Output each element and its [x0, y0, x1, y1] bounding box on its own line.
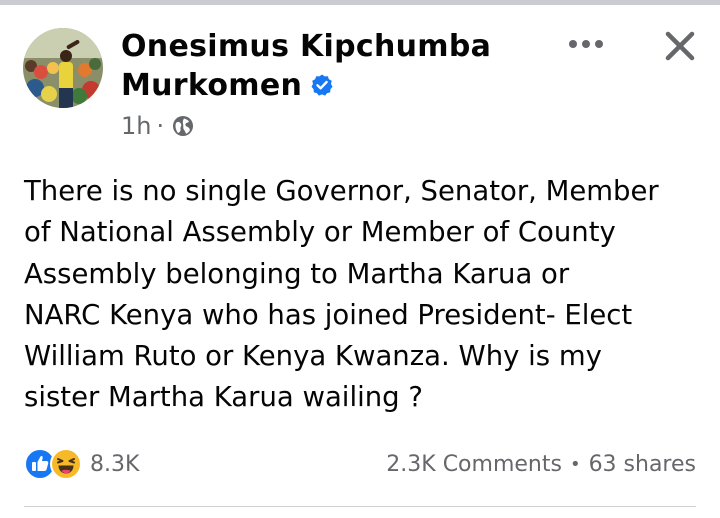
reactions-count: 8.3K — [90, 451, 140, 477]
author-name-line1: Onesimus Kipchumba — [121, 29, 492, 64]
close-button[interactable] — [656, 24, 704, 68]
author-name[interactable]: Onesimus Kipchumba Murkomen — [121, 27, 492, 105]
facebook-post: Onesimus Kipchumba Murkomen 1h · There i… — [0, 0, 720, 518]
author-name-line2: Murkomen — [121, 66, 481, 105]
reactions-summary[interactable]: 8.3K — [24, 446, 139, 482]
more-options-icon — [569, 40, 603, 48]
post-body-text: There is no single Governor, Senator, Me… — [24, 175, 659, 414]
close-icon — [665, 31, 695, 61]
shares-link[interactable]: 63 shares — [589, 452, 696, 477]
comments-link[interactable]: 2.3K Comments — [386, 452, 562, 477]
post-meta: 1h · — [121, 110, 195, 142]
avatar-photo — [23, 28, 103, 108]
more-options-button[interactable] — [563, 26, 609, 62]
globe-icon — [173, 116, 194, 136]
footer-divider — [24, 506, 696, 507]
post-footer: 8.3K 2.3K Comments • 63 shares — [24, 446, 696, 482]
counts-separator: • — [569, 453, 581, 475]
verified-badge-icon — [311, 74, 333, 96]
avatar[interactable] — [23, 28, 103, 108]
engagement-counts: 2.3K Comments • 63 shares — [386, 452, 696, 477]
author-name-line2-text: Murkomen — [121, 68, 303, 103]
post-timestamp[interactable]: 1h — [121, 112, 151, 140]
meta-separator: · — [156, 112, 165, 140]
reaction-icons — [24, 446, 90, 482]
haha-icon — [50, 448, 82, 480]
